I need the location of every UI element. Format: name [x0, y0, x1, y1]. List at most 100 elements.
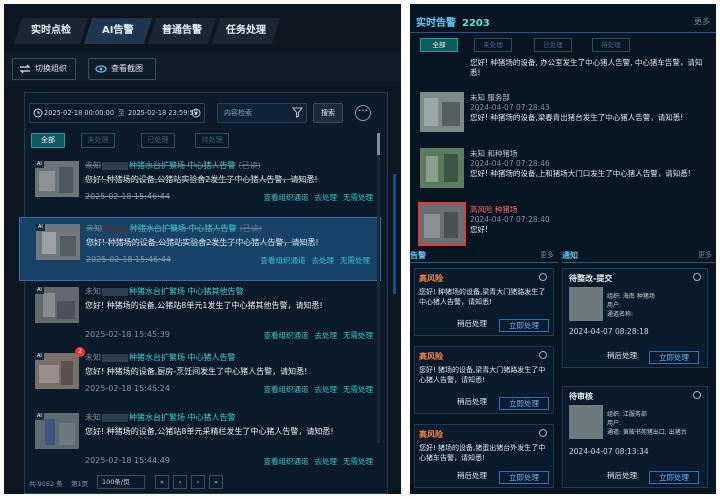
redacted-block [103, 224, 129, 233]
alert-thumbnail[interactable] [420, 92, 464, 132]
process-now-button[interactable]: 立即处理 [499, 397, 549, 410]
no-process-link[interactable]: 无需处理 [343, 331, 373, 340]
alert-time: 2024-04-07 07:28:46 [470, 159, 550, 168]
list-item[interactable]: 高风险 种猪场 2024-04-07 07:28:40 您好! [418, 202, 710, 246]
more-link[interactable]: 更多 [694, 16, 710, 27]
process-now-button[interactable]: 立即处理 [649, 351, 699, 364]
list-item-selected[interactable]: AI 未知 种猪水台扩繁场 中心猪人告警 (已读) 您好! 种猪场的设备,公猪站实验… [19, 217, 381, 281]
tab-task-processing[interactable]: 任务处理 [211, 18, 281, 44]
process-now-button[interactable]: 立即处理 [499, 319, 549, 332]
chip-unprocessed[interactable]: 未处理 [81, 133, 115, 148]
no-process-link[interactable]: 无需处理 [340, 256, 370, 265]
redacted-block [102, 353, 128, 362]
list-item[interactable]: AI 2 未知 种猪水台扩繁场 中心猪人告警 您好! 种猪场的设备,厨房-烹饪间发… [25, 347, 377, 411]
alert-time: 2025-02-18 15:45:39 [85, 330, 170, 339]
chip-all[interactable]: 全部 [31, 133, 65, 148]
notice-image[interactable] [569, 405, 603, 439]
no-process-link[interactable]: 无需处理 [343, 385, 373, 394]
close-icon[interactable] [539, 429, 547, 437]
notice-more-link[interactable]: 更多 [698, 250, 712, 260]
chip-pending[interactable]: 待处理 [592, 38, 630, 52]
process-later-button[interactable]: 稍后处理 [457, 470, 487, 481]
view-org-channel-link[interactable]: 查看组织通道 [264, 457, 309, 466]
view-screenshot-button[interactable]: 查看截图 [88, 58, 156, 80]
no-process-link[interactable]: 无需处理 [343, 193, 373, 202]
list-item[interactable]: AI 未知 种猪水台扩繁场 中心猪其他告警 您好! 种猪场的设备,公猪站8单元1发… [25, 281, 377, 345]
alert-title: 未知 服务部 [470, 93, 510, 102]
list-item[interactable]: 未知 服务部 2024-04-07 07:28:43 您好! 种猪场的设备,梁春… [420, 90, 710, 146]
process-later-button[interactable]: 稍后处理 [607, 350, 637, 361]
notice-card[interactable]: 待整改-提交 组织: 海南 种猪场 用户: 通道名称: 2024-04-07 0… [562, 268, 708, 368]
list-item[interactable]: AI 未知 种猪水台扩繁场 中心猪人告警 您好! 种猪场的设备,公猪站8单元采精栏… [25, 407, 377, 471]
search-button[interactable]: 搜索 [313, 103, 343, 123]
alarm-card[interactable]: 高风险 您好! 猪场的设备,猪蛋出猪台外发生了中心猪车告警，请知悉! 稍后处理 … [414, 424, 554, 488]
filter-icon[interactable] [292, 107, 303, 118]
chip-processed[interactable]: 已处理 [141, 133, 175, 148]
chip-processed[interactable]: 已处理 [534, 38, 572, 52]
chip-all[interactable]: 全部 [420, 38, 458, 52]
close-icon[interactable] [539, 351, 547, 359]
list-item[interactable]: 您好! 种猪场的设备, 办公室发生了中心猪人告警, 中心猪车告警，请知悉! [420, 56, 710, 86]
first-page-button[interactable]: « [155, 475, 169, 489]
go-process-link[interactable]: 去处理 [312, 256, 335, 265]
process-now-button[interactable]: 立即处理 [499, 471, 549, 484]
process-now-button[interactable]: 立即处理 [649, 471, 699, 484]
go-process-link[interactable]: 去处理 [315, 193, 338, 202]
alert-thumbnail[interactable]: AI [35, 413, 79, 449]
alert-thumbnail[interactable]: AI [35, 353, 79, 389]
prev-page-button[interactable]: ‹ [173, 475, 187, 489]
alert-actions: 查看组织通道 去处理 无需处理 [258, 330, 374, 341]
alarm-card[interactable]: 高风险 您好! 猪场的设备,梁青大门猪路发生了中心猪人告警，请知悉! 稍后处理 … [414, 346, 554, 414]
current-page: 第1页 [71, 480, 89, 488]
alert-thumbnail[interactable]: AI [36, 224, 80, 260]
process-later-button[interactable]: 稍后处理 [607, 470, 637, 481]
switch-org-button[interactable]: 切换组织 [12, 58, 76, 80]
alarm-text: 您好! 种猪场的设备,梁青大门猪路发生了中心猪人告警，请知悉! [419, 288, 546, 306]
outer-scrollbar[interactable] [393, 174, 396, 294]
more-options-button[interactable]: ··· [355, 105, 371, 121]
no-process-link[interactable]: 无需处理 [343, 457, 373, 466]
tab-normal-alert[interactable]: 普通告警 [147, 18, 217, 44]
chip-unprocessed[interactable]: 未处理 [474, 38, 512, 52]
redacted-block [102, 413, 128, 422]
tab-realtime-inspection[interactable]: 实时点检 [13, 18, 89, 44]
alert-thumbnail[interactable]: AI [35, 287, 79, 323]
alert-thumbnail[interactable] [418, 202, 466, 246]
date-end: 2025-02-18 23:59:59 [128, 109, 199, 117]
close-icon[interactable] [693, 273, 701, 281]
go-process-link[interactable]: 去处理 [315, 331, 338, 340]
close-icon[interactable] [693, 391, 701, 399]
view-org-channel-link[interactable]: 查看组织通道 [264, 331, 309, 340]
keyword-search-input[interactable]: 内容检索 [217, 103, 307, 123]
process-later-button[interactable]: 稍后处理 [457, 318, 487, 329]
page-size-select[interactable]: 100条/页 [97, 475, 145, 489]
list-item[interactable]: 未知 和种猪场 2024-04-07 07:28:46 您好! 种猪场的设备,上… [420, 146, 710, 202]
process-later-button[interactable]: 稍后处理 [457, 396, 487, 407]
alert-title: 未知 种猪水台扩繁场 中心猪人告警 [85, 353, 236, 362]
close-icon[interactable] [539, 273, 547, 281]
alert-description: 您好! 种猪场的设备, 办公室发生了中心猪人告警, 中心猪车告警，请知悉! [470, 58, 703, 77]
alert-thumbnail[interactable] [420, 148, 464, 188]
next-page-button[interactable]: › [191, 475, 205, 489]
clear-icon[interactable] [191, 108, 201, 118]
notice-card[interactable]: 待审核 组织: 江服务部 用户: 通道: 黄陂书苑猪出口, 出猪台 2024-0… [562, 386, 708, 488]
go-process-link[interactable]: 去处理 [315, 457, 338, 466]
alert-description: 您好! 种猪场的设备,公猪站8单元采精栏发生了中心猪人告警，请知悉! [85, 427, 334, 436]
list-scrollbar-thumb[interactable] [377, 133, 380, 155]
go-process-link[interactable]: 去处理 [315, 385, 338, 394]
alert-thumbnail[interactable]: AI [35, 161, 79, 197]
last-page-button[interactable]: » [209, 475, 223, 489]
alert-title: 未知 种猪水台扩繁场 中心猪人告警 (已读) [85, 161, 261, 170]
chip-pending[interactable]: 待处理 [195, 133, 229, 148]
alarm-card[interactable]: 高风险 您好! 种猪场的设备,梁青大门猪路发生了中心猪人告警，请知悉! 稍后处理… [414, 268, 554, 336]
view-org-channel-link[interactable]: 查看组织通道 [261, 256, 306, 265]
notice-image[interactable] [569, 287, 603, 321]
date-range-picker[interactable]: 2025-02-18 00:00:00 至 2025-02-18 23:59:5… [29, 103, 205, 123]
tab-ai-alert[interactable]: AI告警 [83, 18, 153, 44]
view-org-channel-link[interactable]: 查看组织通道 [264, 385, 309, 394]
list-item[interactable]: AI 未知 种猪水台扩繁场 中心猪人告警 (已读) 您好! 种猪场的设备,公猪站实验… [25, 155, 377, 219]
view-org-channel-link[interactable]: 查看组织通道 [264, 193, 309, 202]
list-scrollbar-track[interactable] [377, 133, 380, 443]
notice-title: 待整改-提交 [569, 274, 613, 283]
alarm-more-link[interactable]: 更多 [540, 250, 554, 260]
